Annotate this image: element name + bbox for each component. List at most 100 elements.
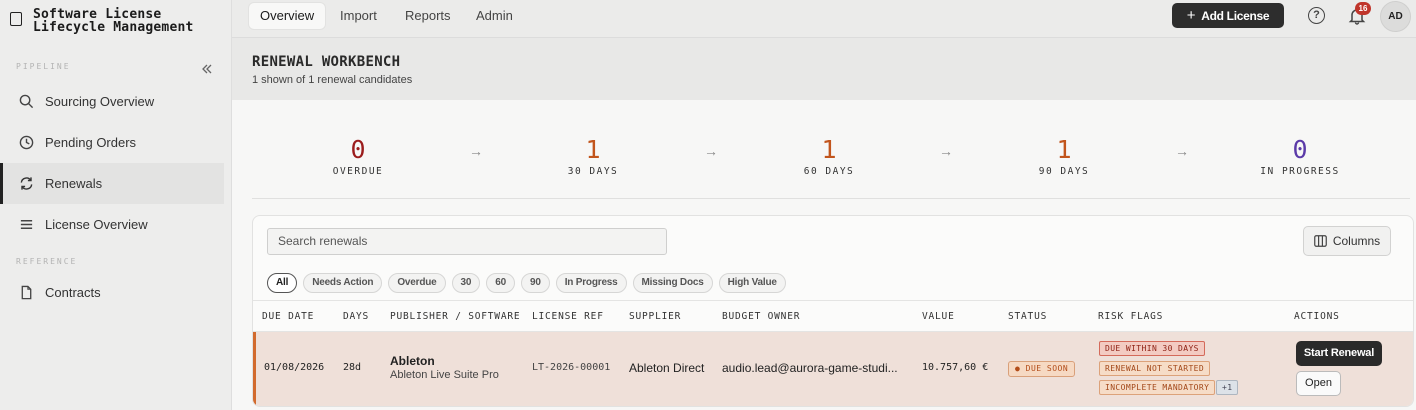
tab-overview[interactable]: Overview <box>249 3 326 29</box>
filter-chip-missing-docs[interactable]: Missing Docs <box>632 273 713 293</box>
sidebar-item-label: Contracts <box>45 285 101 300</box>
filter-chip-30[interactable]: 30 <box>451 273 481 293</box>
software-cell: Ableton Live Suite Pro <box>390 369 499 381</box>
table-row[interactable]: 01/08/2026 28d Ableton Ableton Live Suit… <box>253 332 1413 406</box>
value-cell: 10.757,60 € <box>922 362 989 373</box>
stat-30-days[interactable]: 1 30 DAYS <box>533 135 653 178</box>
main-content: 0 OVERDUE → 1 30 DAYS → 1 60 DAYS → 1 90… <box>232 100 1416 410</box>
double-chevron-left-icon[interactable] <box>201 62 213 78</box>
stat-value: 0 <box>1292 135 1308 164</box>
open-button[interactable]: Open <box>1296 371 1341 396</box>
list-icon <box>18 217 34 233</box>
publisher-cell: Ableton <box>390 354 435 368</box>
filter-chip-needs-action[interactable]: Needs Action <box>303 273 383 293</box>
divider <box>252 198 1410 199</box>
page-subtitle: 1 shown of 1 renewal candidates <box>252 74 413 86</box>
renewals-table-card: Search renewals Columns All Needs Action… <box>252 215 1414 407</box>
page-title: RENEWAL WORKBENCH <box>252 54 401 70</box>
column-header-risk-flags[interactable]: RISK FLAGS <box>1098 311 1163 322</box>
stat-value: 1 <box>821 135 837 164</box>
stat-value: 1 <box>1056 135 1072 164</box>
page-header: RENEWAL WORKBENCH 1 shown of 1 renewal c… <box>232 38 1416 100</box>
filter-chip-90[interactable]: 90 <box>520 273 550 293</box>
table-header: DUE DATE DAYS PUBLISHER / SOFTWARE LICEN… <box>253 300 1413 332</box>
column-header-publisher[interactable]: PUBLISHER / SOFTWARE <box>390 311 520 322</box>
app-title: Software License Lifecycle Management <box>33 8 194 34</box>
stat-90-days[interactable]: 1 90 DAYS <box>1004 135 1124 178</box>
filter-chip-high-value[interactable]: High Value <box>718 273 786 293</box>
columns-label: Columns <box>1332 234 1381 248</box>
add-license-label: Add License <box>1201 8 1270 23</box>
stat-label: 60 DAYS <box>803 166 855 177</box>
filter-chip-all[interactable]: All <box>267 273 298 293</box>
filter-chip-60[interactable]: 60 <box>486 273 515 293</box>
filter-chip-overdue[interactable]: Overdue <box>388 273 446 293</box>
column-header-actions: ACTIONS <box>1294 311 1340 322</box>
column-header-license-ref[interactable]: LICENSE REF <box>532 311 604 322</box>
section-label-reference: REFERENCE <box>16 257 78 266</box>
filter-chips: All Needs Action Overdue 30 60 90 In Pro… <box>267 273 786 293</box>
stat-label: 30 DAYS <box>567 166 619 177</box>
sidebar: Software License Lifecycle Management PI… <box>0 0 232 410</box>
supplier-cell: Ableton Direct <box>629 361 705 375</box>
stat-overdue[interactable]: 0 OVERDUE <box>298 135 418 178</box>
stat-60-days[interactable]: 1 60 DAYS <box>769 135 889 178</box>
columns-icon <box>1313 235 1327 247</box>
status-badge-label: DUE SOON <box>1025 364 1069 373</box>
arrow-right-icon: → <box>704 143 718 159</box>
column-header-supplier[interactable]: SUPPLIER <box>629 311 681 322</box>
section-label-pipeline: PIPELINE <box>16 62 71 71</box>
search-input[interactable]: Search renewals <box>267 228 667 255</box>
stat-value: 0 <box>350 135 366 164</box>
stat-value: 1 <box>585 135 601 164</box>
document-icon <box>18 285 34 301</box>
stat-label: 90 DAYS <box>1038 166 1090 177</box>
sidebar-item-contracts[interactable]: Contracts <box>0 272 224 313</box>
sidebar-item-pending-orders[interactable]: Pending Orders <box>0 122 224 163</box>
column-header-due-date[interactable]: DUE DATE <box>262 311 314 322</box>
stat-in-progress[interactable]: 0 IN PROGRESS <box>1240 135 1360 178</box>
arrow-right-icon: → <box>1175 143 1189 159</box>
column-header-status[interactable]: STATUS <box>1008 311 1047 322</box>
avatar[interactable]: AD <box>1380 1 1411 32</box>
sidebar-item-label: Pending Orders <box>45 135 137 150</box>
sidebar-item-label: Sourcing Overview <box>45 94 155 109</box>
days-cell: 28d <box>343 362 362 373</box>
sidebar-item-license-overview[interactable]: License Overview <box>0 204 224 245</box>
due-date-cell: 01/08/2026 <box>264 362 325 373</box>
top-navigation: Overview Import Reports Admin + Add Lice… <box>232 0 1416 38</box>
status-badge: ● DUE SOON <box>1008 361 1076 377</box>
filter-chip-in-progress[interactable]: In Progress <box>555 273 627 293</box>
sidebar-item-label: Renewals <box>45 176 103 191</box>
arrow-right-icon: → <box>939 143 953 159</box>
clock-icon <box>18 135 34 151</box>
status-dot-icon: ● <box>1015 364 1026 373</box>
start-renewal-button[interactable]: Start Renewal <box>1296 341 1382 366</box>
tab-reports[interactable]: Reports <box>394 3 462 29</box>
budget-owner-cell: audio.lead@aurora-game-studi... <box>722 361 898 375</box>
add-license-button[interactable]: + Add License <box>1172 3 1284 28</box>
app-title-line2: Lifecycle Management <box>33 20 194 35</box>
stat-label: IN PROGRESS <box>1260 166 1340 177</box>
risk-flag-more[interactable]: +1 <box>1216 380 1239 395</box>
tab-import[interactable]: Import <box>329 3 388 29</box>
risk-flag: INCOMPLETE MANDATORY <box>1099 380 1216 395</box>
sidebar-item-renewals[interactable]: Renewals <box>0 163 224 204</box>
sidebar-item-sourcing-overview[interactable]: Sourcing Overview <box>0 81 224 122</box>
stat-label: OVERDUE <box>332 166 384 177</box>
notification-badge: 16 <box>1355 2 1371 15</box>
app-brand: Software License Lifecycle Management <box>0 0 231 42</box>
arrow-right-icon: → <box>469 143 483 159</box>
columns-button[interactable]: Columns <box>1303 226 1391 256</box>
column-header-value[interactable]: VALUE <box>922 311 955 322</box>
risk-flag: DUE WITHIN 30 DAYS <box>1099 341 1205 356</box>
help-circle-icon[interactable]: ? <box>1308 7 1325 24</box>
search-icon <box>18 94 34 110</box>
plus-icon: + <box>1186 7 1196 24</box>
license-ref-cell: LT-2026-00001 <box>532 362 611 373</box>
column-header-days[interactable]: DAYS <box>343 311 369 322</box>
column-header-budget-owner[interactable]: BUDGET OWNER <box>722 311 800 322</box>
refresh-icon <box>18 176 34 192</box>
document-icon <box>10 12 22 26</box>
tab-admin[interactable]: Admin <box>465 3 524 29</box>
